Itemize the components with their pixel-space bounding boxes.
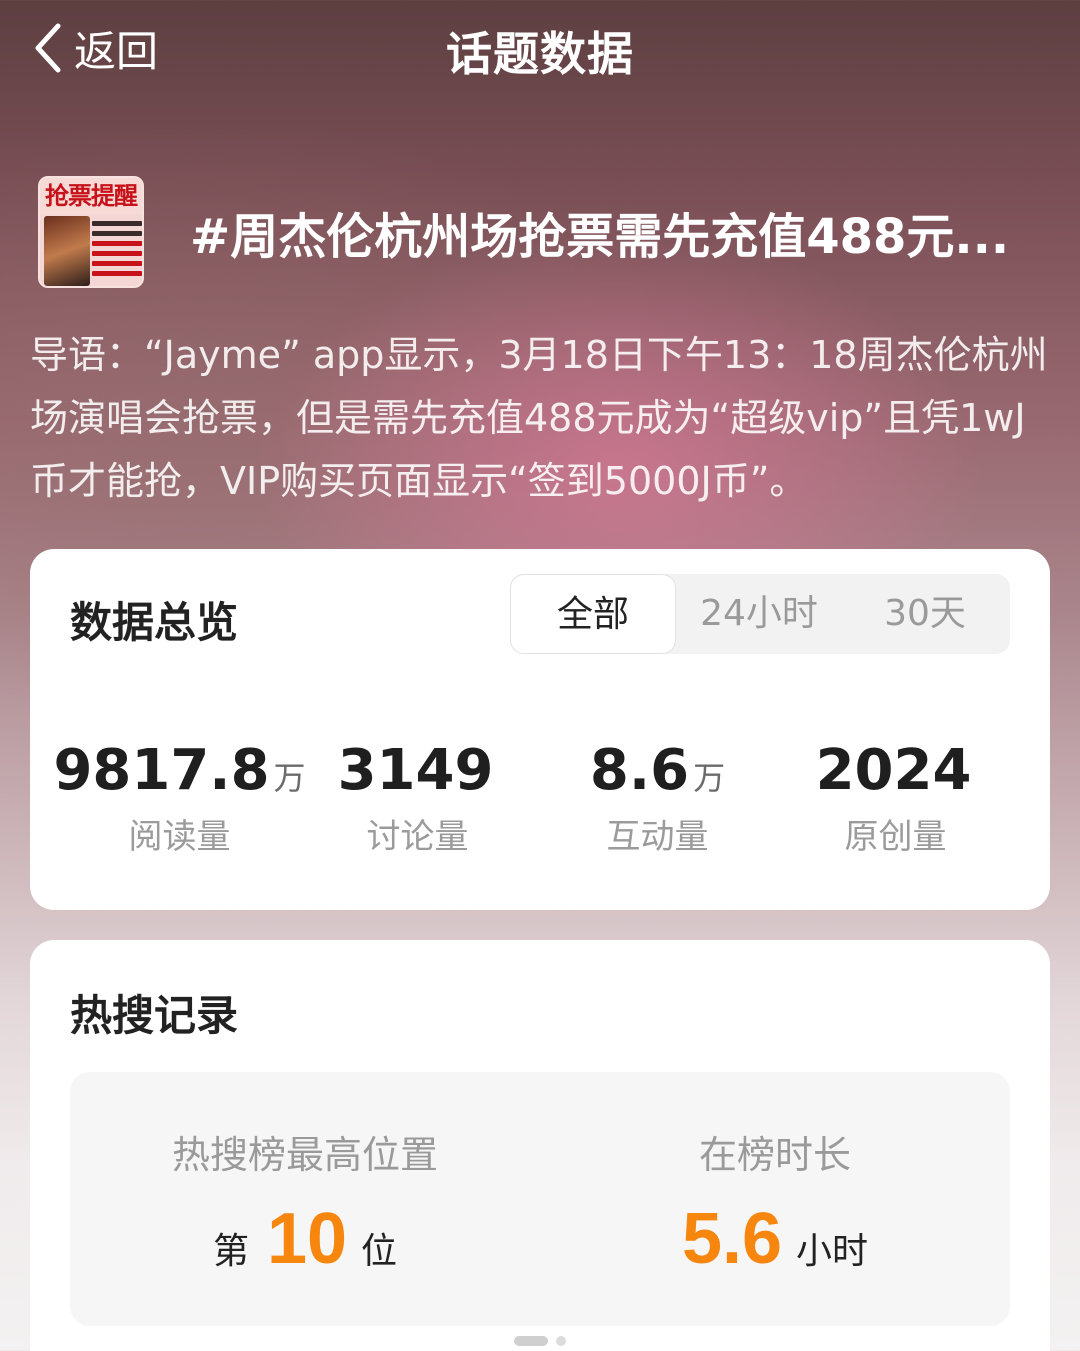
hot-search-card: 热搜记录 热搜榜最高位置 第 10 位 在榜时长 5.6 小时 — [30, 940, 1050, 1351]
hot-search-title: 热搜记录 — [70, 991, 239, 1040]
stat-label: 阅读量 — [128, 817, 231, 857]
time-range-tabs: 全部 24小时 30天 — [510, 574, 1010, 654]
page-title: 话题数据 — [446, 27, 634, 81]
nav-bar: 返回 话题数据 — [0, 0, 1080, 100]
hot-duration: 在榜时长 5.6 小时 — [540, 1072, 1010, 1279]
thumbnail-photo — [44, 216, 90, 286]
page-dot — [556, 1336, 566, 1346]
stat-value: 3149 — [337, 738, 494, 803]
topic-title: #周杰伦杭州场抢票需先充值488元... — [190, 209, 1010, 265]
stat-discussions: 3149 讨论量 — [290, 739, 545, 858]
stat-label: 互动量 — [606, 817, 709, 857]
page-indicator — [514, 1336, 574, 1346]
stat-value: 9817.8 — [53, 738, 270, 803]
page-dot-active — [514, 1336, 548, 1346]
thumbnail-caption: 抢票提醒 — [40, 178, 142, 214]
topic-intro: 导语：“Jayme” app显示，3月18日下午13：18周杰伦杭州场演唱会抢票… — [30, 333, 1048, 503]
thumbnail-text-lines — [92, 218, 142, 281]
tab-24h[interactable]: 24小时 — [676, 574, 842, 654]
tab-30d[interactable]: 30天 — [842, 574, 1008, 654]
stat-value: 8.6 — [589, 738, 690, 803]
hot-rank-value: 10 — [266, 1199, 348, 1279]
stat-reads: 9817.8 万 阅读量 — [52, 739, 307, 858]
hot-rank-suffix: 位 — [361, 1231, 398, 1272]
hot-rank-prefix: 第 — [212, 1231, 249, 1272]
stat-originals: 2024 原创量 — [768, 739, 1023, 858]
overview-card: 数据总览 全部 24小时 30天 9817.8 万 阅读量 3149 讨论量 8.… — [30, 549, 1050, 910]
stat-value: 2024 — [815, 738, 972, 803]
hot-rank-label: 热搜榜最高位置 — [171, 1133, 438, 1177]
topic-thumbnail[interactable]: 抢票提醒 — [38, 176, 144, 288]
hot-search-panel: 热搜榜最高位置 第 10 位 在榜时长 5.6 小时 — [70, 1072, 1010, 1326]
stat-label: 原创量 — [844, 817, 947, 857]
stat-unit: 万 — [693, 759, 726, 797]
stats-row: 9817.8 万 阅读量 3149 讨论量 8.6 万 互动量 2024 原创量 — [30, 739, 1050, 858]
stat-label: 讨论量 — [366, 817, 469, 857]
hot-rank: 热搜榜最高位置 第 10 位 — [70, 1072, 540, 1279]
topic-header: 抢票提醒 #周杰伦杭州场抢票需先充值488元... — [38, 176, 1040, 288]
hot-duration-label: 在榜时长 — [698, 1133, 851, 1177]
hot-duration-suffix: 小时 — [796, 1231, 869, 1272]
hot-duration-value: 5.6 — [681, 1199, 783, 1279]
stat-interactions: 8.6 万 互动量 — [530, 739, 785, 858]
overview-title: 数据总览 — [70, 598, 239, 647]
tab-all[interactable]: 全部 — [510, 574, 676, 654]
